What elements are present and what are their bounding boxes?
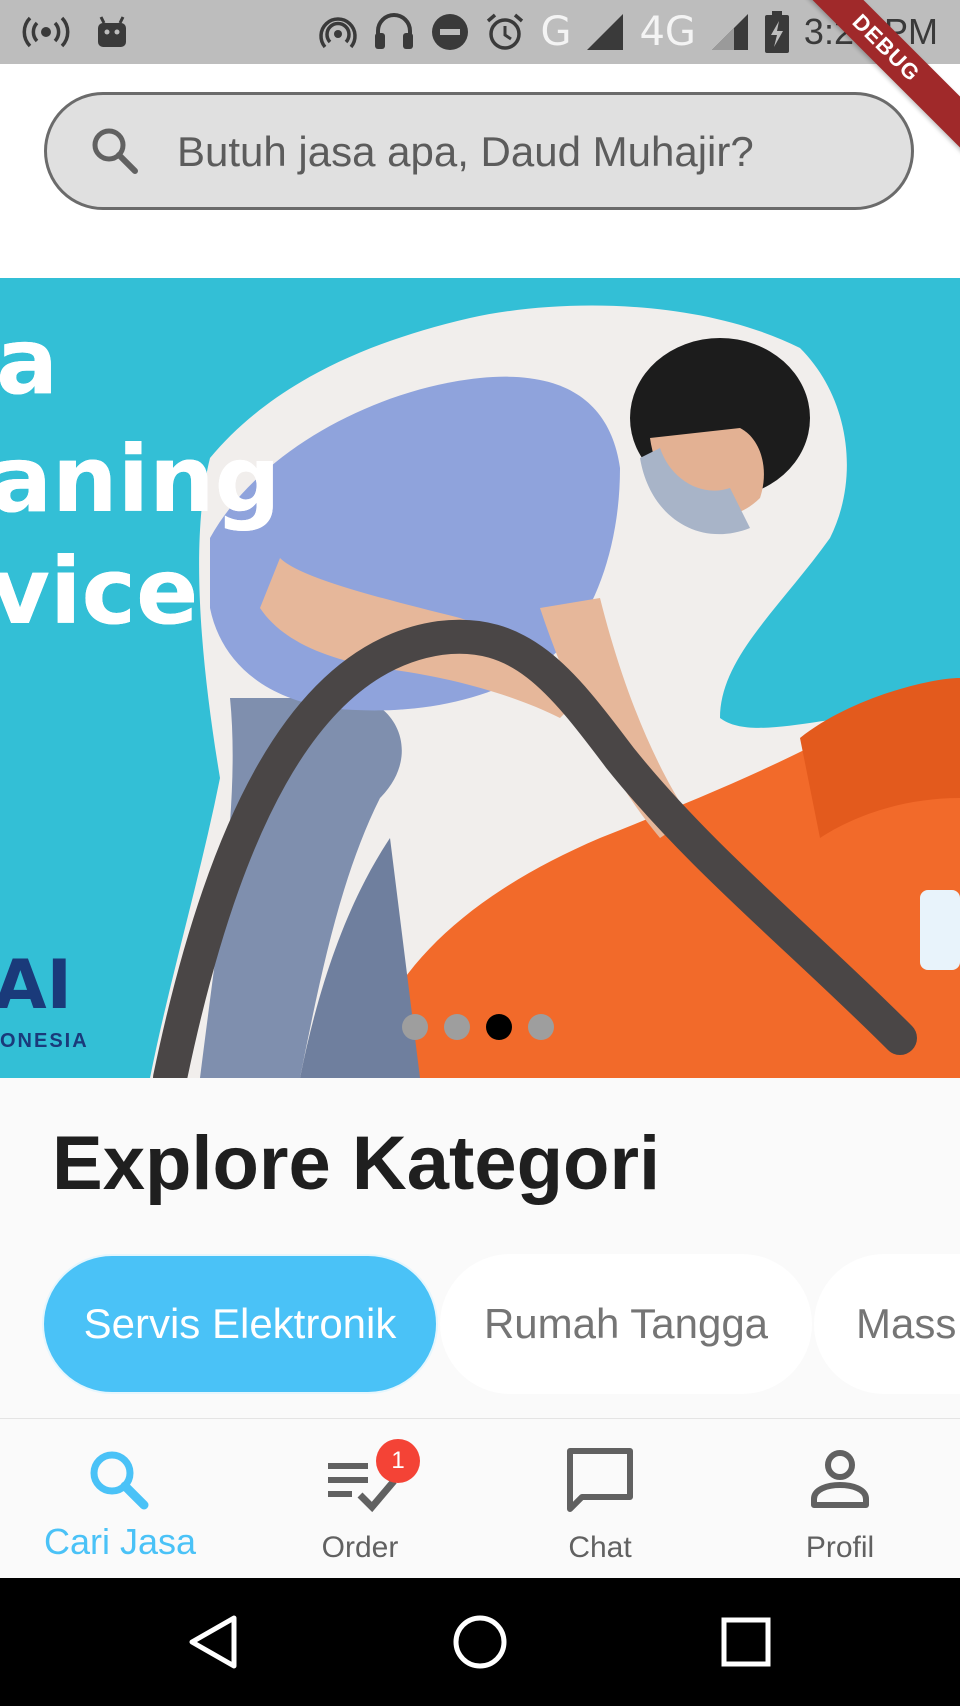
nav-item-profil[interactable]: Profil bbox=[720, 1419, 960, 1579]
recents-icon[interactable] bbox=[716, 1612, 776, 1672]
signal-icon-2 bbox=[711, 14, 748, 50]
order-badge: 1 bbox=[376, 1439, 420, 1483]
status-left bbox=[22, 8, 128, 56]
network-type-label: G bbox=[540, 9, 572, 55]
banner-text-line-2: aning bbox=[0, 426, 281, 533]
signal-icon bbox=[587, 14, 624, 50]
alarm-icon bbox=[487, 13, 524, 50]
nav-item-cari-jasa[interactable]: Cari Jasa bbox=[0, 1419, 240, 1579]
chat-icon bbox=[567, 1448, 633, 1512]
carousel-dot[interactable] bbox=[444, 1014, 470, 1040]
headset-icon bbox=[375, 13, 414, 49]
broadcast-icon bbox=[22, 16, 70, 48]
carousel-indicator bbox=[402, 1014, 554, 1040]
android-icon bbox=[98, 16, 126, 47]
dnd-icon bbox=[432, 14, 469, 50]
nav-label: Cari Jasa bbox=[43, 1521, 197, 1562]
banner-text-line-3: vice bbox=[0, 538, 199, 645]
status-bar: G 4G 3:25 PM bbox=[0, 0, 960, 64]
search-area bbox=[0, 64, 960, 278]
carousel-dot[interactable] bbox=[402, 1014, 428, 1040]
promo-banner-carousel[interactable]: a aning vice AI ONESIA bbox=[0, 278, 960, 1078]
network-4g-label: 4G bbox=[639, 9, 696, 55]
back-icon[interactable] bbox=[184, 1612, 244, 1672]
chip-label: Servis Elektronik bbox=[83, 1300, 397, 1347]
category-chip-mass[interactable]: Mass bbox=[814, 1254, 960, 1394]
category-chip-servis-elektronik[interactable]: Servis Elektronik bbox=[42, 1254, 438, 1394]
carousel-dot[interactable] bbox=[528, 1014, 554, 1040]
section-title: Explore Kategori bbox=[52, 1121, 661, 1206]
carousel-dot-active[interactable] bbox=[486, 1014, 512, 1040]
banner-text-line-1: a bbox=[0, 308, 59, 415]
nav-item-chat[interactable]: Chat bbox=[480, 1419, 720, 1579]
category-chips: Servis Elektronik Rumah Tangga Mass bbox=[0, 1250, 960, 1400]
category-chip-rumah-tangga[interactable]: Rumah Tangga bbox=[440, 1254, 812, 1394]
search-icon bbox=[90, 1451, 149, 1510]
app-screen: G 4G 3:25 PM DEBUG bbox=[0, 0, 960, 1706]
system-navigation-bar bbox=[0, 1578, 960, 1706]
banner-image bbox=[150, 305, 960, 1078]
banner-logo-subtext: ONESIA bbox=[0, 1030, 89, 1052]
battery-charging-icon bbox=[764, 11, 789, 53]
search-bar[interactable] bbox=[44, 92, 914, 210]
person-icon bbox=[811, 1450, 869, 1508]
home-icon[interactable] bbox=[450, 1612, 510, 1672]
hotspot-icon bbox=[319, 17, 358, 49]
search-icon bbox=[92, 128, 138, 174]
bottom-navigation: Cari Jasa 1 Order Chat Profil bbox=[0, 1418, 960, 1579]
chip-label: Rumah Tangga bbox=[483, 1300, 769, 1347]
nav-label: Order bbox=[321, 1531, 399, 1564]
nav-item-order[interactable]: 1 Order bbox=[240, 1419, 480, 1579]
chip-label: Mass bbox=[856, 1300, 957, 1347]
banner-logo-text: AI bbox=[0, 946, 72, 1025]
nav-label: Profil bbox=[805, 1531, 875, 1564]
search-input[interactable] bbox=[175, 115, 879, 189]
nav-label: Chat bbox=[568, 1531, 632, 1564]
